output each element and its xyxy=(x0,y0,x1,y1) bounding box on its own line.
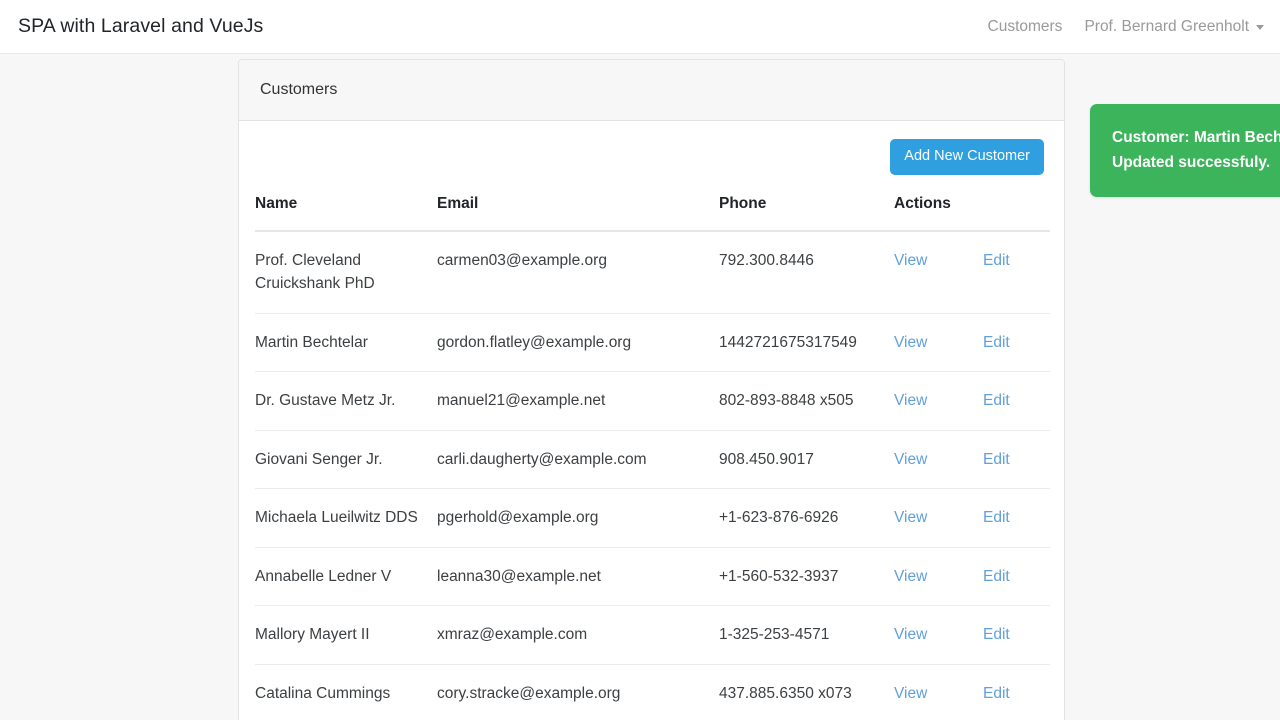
brand-title[interactable]: SPA with Laravel and VueJs xyxy=(18,15,263,38)
cell-name: Mallory Mayert II xyxy=(255,605,437,665)
cell-email: carli.daugherty@example.com xyxy=(437,430,719,490)
cell-actions-view: View xyxy=(894,664,983,720)
cell-actions-view: View xyxy=(894,230,983,314)
cell-phone: 437.885.6350 x073 xyxy=(719,664,894,720)
customers-card: Customers Add New Customer Name Email Ph… xyxy=(238,59,1065,720)
cell-phone: 802-893-8848 x505 xyxy=(719,371,894,431)
card-header: Customers xyxy=(239,60,1064,121)
cell-actions-edit: Edit xyxy=(983,371,1050,431)
cell-actions-view: View xyxy=(894,430,983,490)
cell-actions-view: View xyxy=(894,371,983,431)
success-toast[interactable]: Customer: Martin Bechtelar Updated succe… xyxy=(1090,104,1280,198)
view-link[interactable]: View xyxy=(894,451,927,468)
cell-actions-edit: Edit xyxy=(983,430,1050,490)
cell-phone: 1442721675317549 xyxy=(719,313,894,373)
cell-email: xmraz@example.com xyxy=(437,605,719,665)
table-row: Catalina Cummings cory.stracke@example.or… xyxy=(255,664,1050,720)
chevron-down-icon xyxy=(1256,25,1264,30)
table-row: Michaela Lueilwitz DDS pgerhold@example.o… xyxy=(255,488,1050,548)
cell-phone: 792.300.8446 xyxy=(719,230,894,314)
cell-actions-edit: Edit xyxy=(983,313,1050,373)
column-header-phone: Phone xyxy=(719,186,894,232)
edit-link[interactable]: Edit xyxy=(983,451,1010,468)
edit-link[interactable]: Edit xyxy=(983,392,1010,409)
page-body: Customers Add New Customer Name Email Ph… xyxy=(0,54,1280,720)
toolbar: Add New Customer xyxy=(255,139,1048,175)
cell-email: carmen03@example.org xyxy=(437,230,719,314)
table-row: Martin Bechtelar gordon.flatley@example.o… xyxy=(255,313,1050,373)
cell-email: pgerhold@example.org xyxy=(437,488,719,548)
user-menu-label: Prof. Bernard Greenholt xyxy=(1084,17,1249,35)
view-link[interactable]: View xyxy=(894,568,927,585)
cell-name: Catalina Cummings xyxy=(255,664,437,720)
cell-email: gordon.flatley@example.org xyxy=(437,313,719,373)
table-row: Dr. Gustave Metz Jr. manuel21@example.net… xyxy=(255,371,1050,431)
view-link[interactable]: View xyxy=(894,626,927,643)
cell-actions-view: View xyxy=(894,488,983,548)
edit-link[interactable]: Edit xyxy=(983,252,1010,269)
cell-actions-edit: Edit xyxy=(983,488,1050,548)
cell-phone: +1-560-532-3937 xyxy=(719,547,894,607)
view-link[interactable]: View xyxy=(894,392,927,409)
view-link[interactable]: View xyxy=(894,509,927,526)
cell-name: Martin Bechtelar xyxy=(255,313,437,373)
cell-actions-edit: Edit xyxy=(983,230,1050,314)
navbar: SPA with Laravel and VueJs Customers Pro… xyxy=(0,0,1280,54)
cell-actions-view: View xyxy=(894,313,983,373)
user-menu[interactable]: Prof. Bernard Greenholt xyxy=(1084,18,1264,36)
navbar-right-group: Customers Prof. Bernard Greenholt xyxy=(988,18,1264,36)
column-header-name: Name xyxy=(255,186,437,232)
view-link[interactable]: View xyxy=(894,252,927,269)
table-head: Name Email Phone Actions xyxy=(255,186,1050,232)
column-header-email: Email xyxy=(437,186,719,232)
cell-name: Giovani Senger Jr. xyxy=(255,430,437,490)
cell-actions-edit: Edit xyxy=(983,605,1050,665)
cell-phone: 1-325-253-4571 xyxy=(719,605,894,665)
cell-name: Dr. Gustave Metz Jr. xyxy=(255,371,437,431)
cell-actions-edit: Edit xyxy=(983,664,1050,720)
table-header-row: Name Email Phone Actions xyxy=(255,186,1050,232)
cell-email: manuel21@example.net xyxy=(437,371,719,431)
card-body: Add New Customer Name Email Phone Action… xyxy=(239,121,1064,720)
column-header-actions: Actions xyxy=(894,186,1050,232)
table-row: Mallory Mayert II xmraz@example.com 1-325-… xyxy=(255,605,1050,665)
cell-name: Annabelle Ledner V xyxy=(255,547,437,607)
edit-link[interactable]: Edit xyxy=(983,626,1010,643)
cell-name: Prof. Cleveland Cruickshank PhD xyxy=(255,230,437,314)
cell-name: Michaela Lueilwitz DDS xyxy=(255,488,437,548)
cell-email: leanna30@example.net xyxy=(437,547,719,607)
cell-phone: +1-623-876-6926 xyxy=(719,488,894,548)
toast-line-customer: Customer: Martin Bechtelar xyxy=(1112,129,1280,146)
view-link[interactable]: View xyxy=(894,685,927,702)
cell-phone: 908.450.9017 xyxy=(719,430,894,490)
cell-email: cory.stracke@example.org xyxy=(437,664,719,720)
toast-line-status: Updated successfuly. xyxy=(1112,154,1271,172)
cell-actions-edit: Edit xyxy=(983,547,1050,607)
table-body: Prof. Cleveland Cruickshank PhD carmen03@… xyxy=(255,230,1050,720)
edit-link[interactable]: Edit xyxy=(983,685,1010,702)
edit-link[interactable]: Edit xyxy=(983,568,1010,585)
cell-actions-view: View xyxy=(894,547,983,607)
table-row: Annabelle Ledner Vleanna30@example.net +1… xyxy=(255,547,1050,607)
add-new-customer-button[interactable]: Add New Customer xyxy=(890,139,1044,175)
view-link[interactable]: View xyxy=(894,334,927,351)
page-title: Customers xyxy=(260,81,338,98)
customers-table: Name Email Phone Actions Prof. Cleveland… xyxy=(255,186,1050,720)
table-row: Prof. Cleveland Cruickshank PhD carmen03@… xyxy=(255,230,1050,314)
edit-link[interactable]: Edit xyxy=(983,334,1010,351)
cell-actions-view: View xyxy=(894,605,983,665)
edit-link[interactable]: Edit xyxy=(983,509,1010,526)
nav-link-customers[interactable]: Customers xyxy=(988,18,1063,36)
table-row: Giovani Senger Jr. carli.daugherty@exampl… xyxy=(255,430,1050,490)
